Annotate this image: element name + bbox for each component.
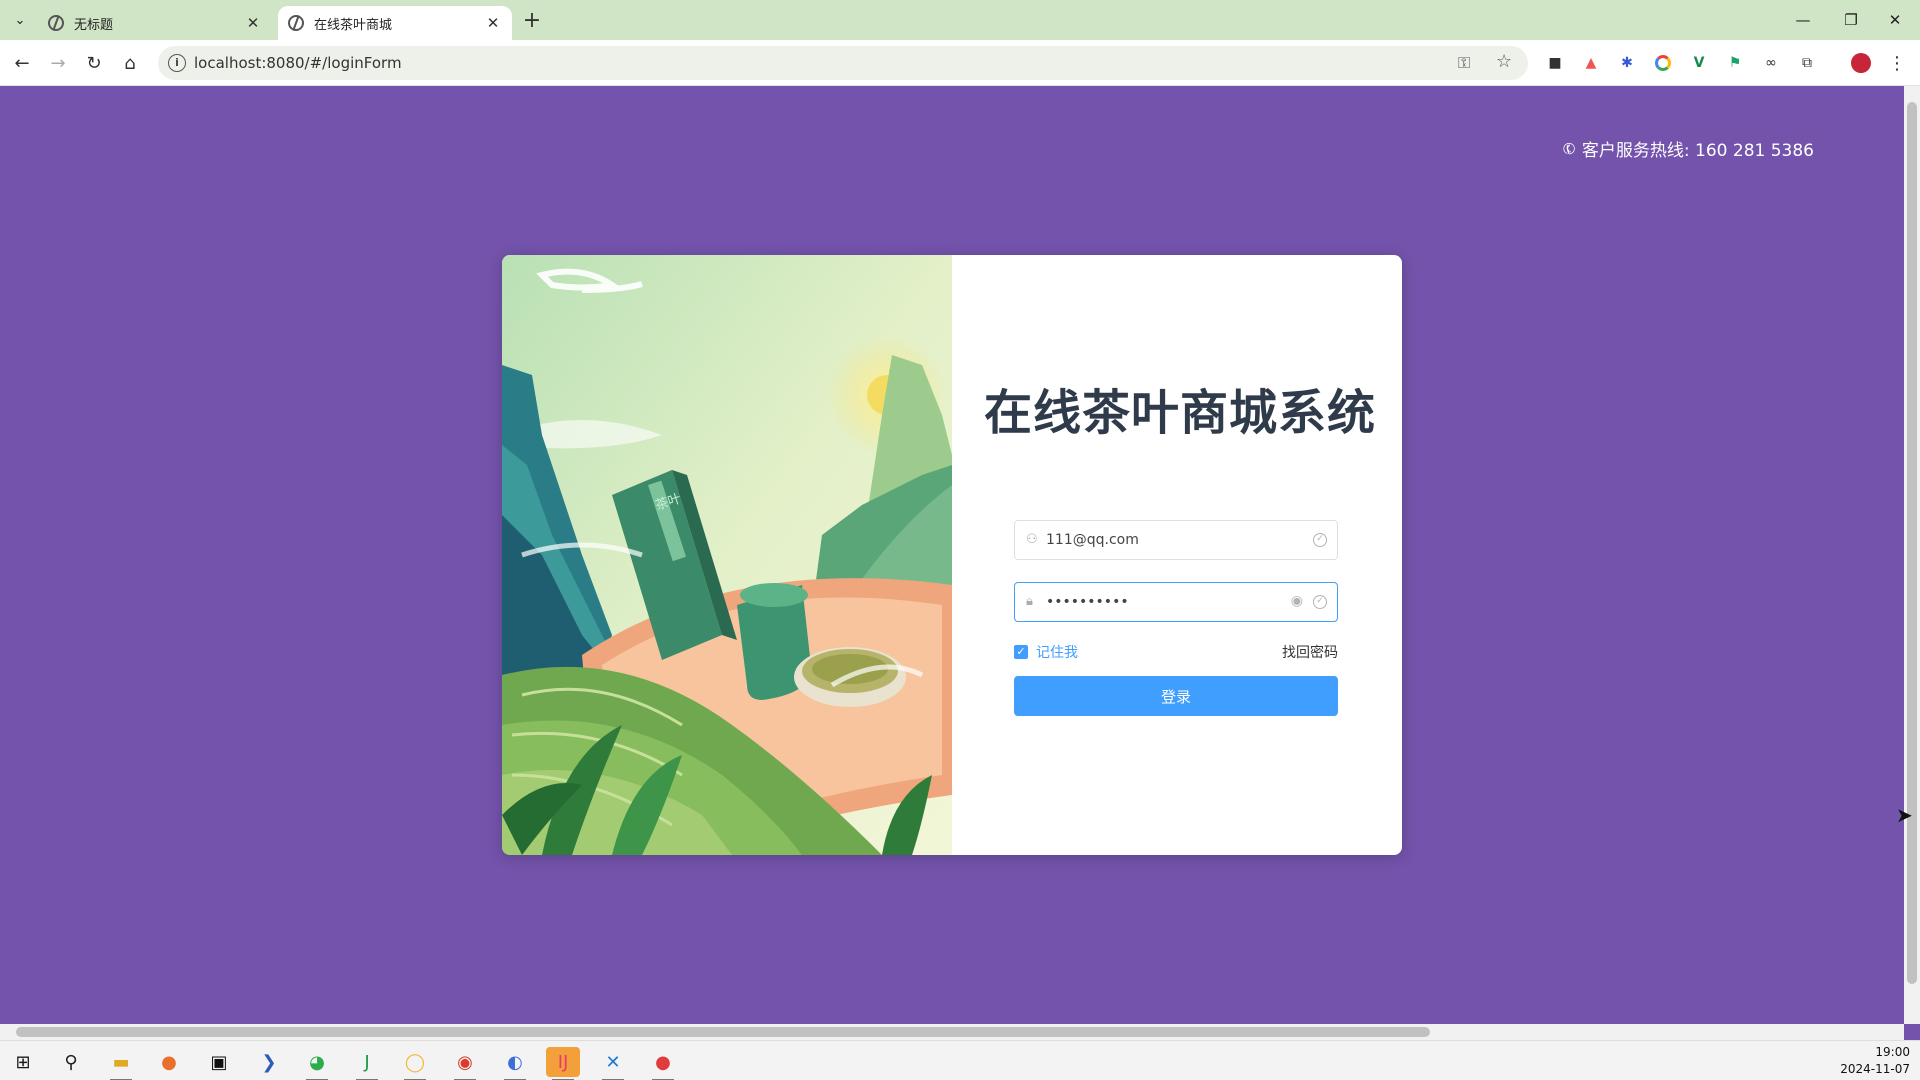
tab-title: 在线茶叶商城 [314, 17, 393, 33]
close-icon[interactable]: ✕ [244, 14, 262, 32]
reload-icon[interactable]: ↻ [80, 49, 108, 77]
intellij-icon[interactable]: IJ [546, 1047, 580, 1080]
menu-icon[interactable]: ⋮ [1886, 52, 1908, 74]
address-bar[interactable]: i localhost:8080/#/loginForm ⚿ ☆ [158, 46, 1528, 80]
lock-icon: 🔒︎ [1026, 594, 1033, 609]
login-button[interactable]: 登录 [1014, 676, 1338, 716]
forgot-password-link[interactable]: 找回密码 [1282, 642, 1338, 662]
scroll-thumb[interactable] [16, 1027, 1430, 1037]
system-clock[interactable]: 19:00 2024-11-07 [1840, 1044, 1910, 1078]
app-j-icon[interactable]: J [350, 1047, 384, 1080]
app-yellow-icon[interactable]: ◯ [398, 1047, 432, 1080]
phone-icon: ✆ [1559, 137, 1580, 160]
file-explorer-icon[interactable]: ▬ [104, 1047, 138, 1080]
wechat-icon[interactable]: ◕ [300, 1047, 334, 1080]
minimize-button[interactable]: — [1780, 4, 1826, 36]
vertical-scrollbar[interactable] [1904, 86, 1920, 1024]
window-close-button[interactable]: ✕ [1872, 4, 1918, 36]
firefox-icon[interactable]: ● [152, 1047, 186, 1077]
check-circle-icon: ✓ [1313, 533, 1327, 547]
new-tab-button[interactable]: + [520, 6, 544, 34]
checkbox-checked-icon[interactable]: ✓ [1014, 645, 1028, 659]
password-value[interactable]: •••••••••• [1046, 594, 1129, 610]
profile-avatar[interactable] [1850, 52, 1872, 74]
search-icon[interactable]: ⚲ [54, 1047, 88, 1077]
start-icon[interactable]: ⊞ [6, 1047, 40, 1077]
chrome-icon[interactable]: ◉ [448, 1047, 482, 1080]
vscode-icon[interactable]: ✕ [596, 1047, 630, 1080]
username-value[interactable]: 111@qq.com [1046, 532, 1139, 548]
close-icon[interactable]: ✕ [484, 14, 502, 32]
extensions-puzzle-icon[interactable]: ⧉ [1796, 52, 1818, 74]
globe-icon [288, 15, 304, 31]
eye-icon[interactable]: ◉ [1291, 593, 1303, 609]
extension-glasses-icon[interactable]: ∞ [1760, 52, 1782, 74]
customer-hotline: ✆ 客户服务热线: 160 281 5386 [1559, 136, 1814, 161]
clock-time: 19:00 [1875, 1045, 1910, 1059]
bookmark-star-icon[interactable]: ☆ [1496, 51, 1512, 72]
recorder-icon[interactable]: ● [646, 1047, 680, 1080]
vue-devtools-icon[interactable]: V [1688, 52, 1710, 74]
globe-icon [48, 15, 64, 31]
clock-date: 2024-11-07 [1840, 1062, 1910, 1076]
tea-illustration: 茶叶 [502, 255, 952, 855]
restore-button[interactable]: ❐ [1828, 4, 1874, 36]
login-card: 茶叶 在线茶叶商城系统 ⚇ 111@qq.com ✓ 🔒︎ ••••••••••… [502, 255, 1402, 855]
chrome-extension-icon[interactable] [1652, 52, 1674, 74]
hotline-text: 客户服务热线: 160 281 5386 [1581, 141, 1814, 161]
site-info-icon[interactable]: i [168, 54, 186, 72]
username-field[interactable]: ⚇ 111@qq.com ✓ [1014, 520, 1338, 560]
forward-icon[interactable]: → [44, 49, 72, 77]
taskbar: ⊞ ⚲ ▬ ● ▣ ❯ ◕ J ◯ ◉ ◐ IJ ✕ ● 19:00 2024-… [0, 1040, 1920, 1080]
scroll-thumb[interactable] [1907, 102, 1917, 984]
extension-warning-icon[interactable]: ▲ [1580, 52, 1602, 74]
tab-list-button[interactable]: ⌄ [8, 8, 32, 32]
password-field[interactable]: 🔒︎ •••••••••• ◉ ✓ [1014, 582, 1338, 622]
tab-title: 无标题 [74, 17, 114, 33]
password-key-icon[interactable]: ⚿ [1458, 53, 1470, 73]
mouse-cursor-icon: ➤ [1896, 803, 1913, 827]
remember-label: 记住我 [1036, 645, 1078, 661]
user-icon: ⚇ [1026, 532, 1038, 547]
extension-star-icon[interactable]: ✱ [1616, 52, 1638, 74]
app-blue-icon[interactable]: ◐ [498, 1047, 532, 1080]
extension-flag-icon[interactable]: ⚑ [1724, 52, 1746, 74]
powershell-icon[interactable]: ❯ [252, 1047, 286, 1077]
home-icon[interactable]: ⌂ [116, 49, 144, 77]
url-text[interactable]: localhost:8080/#/loginForm [194, 54, 402, 72]
horizontal-scrollbar[interactable] [0, 1024, 1904, 1040]
tab-strip: ⌄ 无标题 ✕ 在线茶叶商城 ✕ + — ❐ ✕ [0, 0, 1920, 40]
back-icon[interactable]: ← [8, 49, 36, 77]
tab-untitled[interactable]: 无标题 ✕ [38, 6, 272, 40]
remember-me-checkbox[interactable]: ✓ 记住我 [1014, 642, 1078, 662]
tab-tea-mall[interactable]: 在线茶叶商城 ✕ [278, 6, 512, 40]
terminal-icon[interactable]: ▣ [202, 1047, 236, 1077]
check-circle-icon: ✓ [1313, 595, 1327, 609]
bookmarks-icon[interactable]: ■ [1544, 52, 1566, 74]
page-title: 在线茶叶商城系统 [983, 385, 1376, 441]
